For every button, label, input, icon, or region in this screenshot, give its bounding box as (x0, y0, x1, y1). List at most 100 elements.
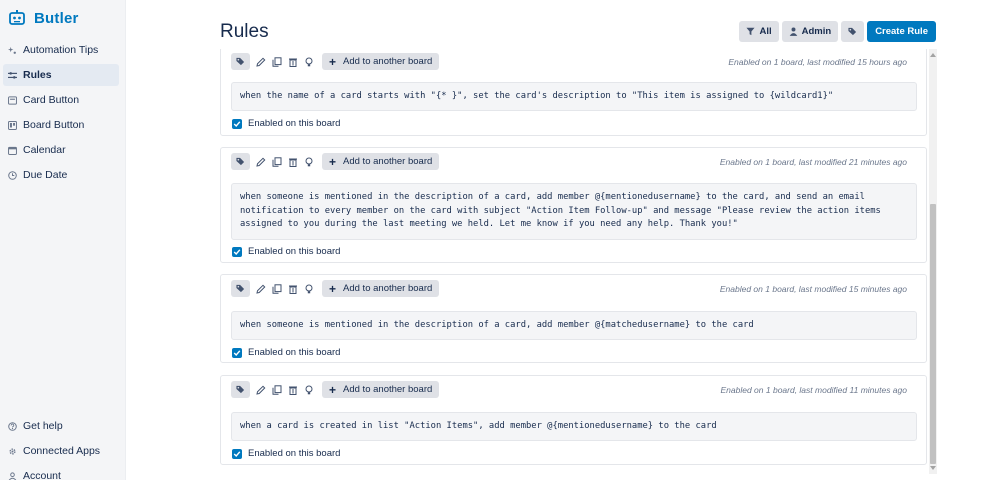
person-icon (789, 27, 797, 36)
edit-icon[interactable] (255, 156, 266, 167)
filter-icon (746, 27, 756, 36)
edit-icon[interactable] (255, 384, 266, 395)
plus-icon: + (329, 154, 337, 169)
copy-icon[interactable] (271, 283, 282, 294)
rule-actions: + Add to another board (231, 381, 440, 398)
rule-actions: + Add to another board (231, 153, 440, 170)
enabled-label: Enabled on this board (248, 118, 341, 129)
scrollbar-thumb[interactable] (930, 204, 936, 464)
rule-card: + Add to another board Enabled on 1 board… (220, 375, 927, 465)
tags-icon (848, 27, 857, 36)
rule-card: + Add to another board Enabled on 1 board… (220, 274, 927, 363)
sidebar-item-label: Automation Tips (23, 44, 99, 56)
add-to-board-label: Add to another board (343, 56, 433, 67)
rules-list: + Add to another board Enabled on 1 board… (220, 49, 928, 474)
trash-icon[interactable] (287, 56, 298, 67)
sidebar-item-connected-apps[interactable]: Connected Apps (3, 440, 119, 462)
sparkle-icon (8, 46, 17, 55)
sidebar-item-due-date[interactable]: Due Date (3, 164, 119, 186)
rules-scrollbar[interactable] (929, 49, 937, 474)
tag-button[interactable] (231, 53, 250, 70)
copy-icon[interactable] (271, 156, 282, 167)
enabled-toggle[interactable]: Enabled on this board (232, 448, 340, 459)
help-icon (8, 421, 17, 431)
sidebar-bottom-nav: Get help Connected Apps Account (0, 412, 125, 480)
checkbox-checked-icon[interactable] (232, 448, 242, 459)
enabled-toggle[interactable]: Enabled on this board (232, 246, 340, 257)
person-icon (8, 471, 17, 480)
scroll-down-icon[interactable] (930, 466, 936, 470)
sidebar-item-label: Calendar (23, 144, 66, 156)
sidebar-item-account[interactable]: Account (3, 465, 119, 480)
create-rule-button[interactable]: Create Rule (867, 21, 936, 42)
lightbulb-icon[interactable] (303, 384, 314, 395)
card-button-icon (8, 95, 17, 105)
rule-actions: + Add to another board (231, 53, 440, 70)
sidebar-item-label: Rules (23, 69, 52, 81)
tag-icon (236, 57, 245, 66)
tag-icon (236, 385, 245, 394)
calendar-icon (8, 146, 17, 155)
add-to-board-button[interactable]: + Add to another board (322, 53, 440, 70)
rule-meta: Enabled on 1 board, last modified 15 min… (719, 284, 907, 294)
butler-robot-icon (8, 9, 26, 27)
plus-icon: + (329, 54, 337, 69)
brand-name: Butler (34, 9, 79, 27)
sidebar-item-label: Due Date (23, 169, 68, 181)
tag-button[interactable] (231, 153, 250, 170)
checkbox-checked-icon[interactable] (232, 347, 242, 358)
sidebar-item-board-button[interactable]: Board Button (3, 114, 119, 136)
trash-icon[interactable] (287, 156, 298, 167)
add-to-board-button[interactable]: + Add to another board (322, 280, 440, 297)
sidebar-item-card-button[interactable]: Card Button (3, 89, 119, 111)
trash-icon[interactable] (287, 384, 298, 395)
sidebar-item-automation-tips[interactable]: Automation Tips (3, 39, 119, 61)
trash-icon[interactable] (287, 283, 298, 294)
rule-card: + Add to another board Enabled on 1 board… (220, 147, 927, 263)
checkbox-checked-icon[interactable] (232, 118, 242, 129)
scroll-up-icon[interactable] (930, 53, 936, 57)
board-button-icon (8, 120, 17, 130)
admin-button[interactable]: Admin (781, 21, 839, 42)
add-to-board-label: Add to another board (343, 156, 433, 167)
plus-icon: + (329, 281, 337, 296)
sidebar-item-calendar[interactable]: Calendar (3, 139, 119, 161)
filter-all-button[interactable]: All (739, 21, 779, 42)
plus-icon: + (329, 382, 337, 397)
brand[interactable]: Butler (0, 0, 125, 36)
enabled-label: Enabled on this board (248, 347, 341, 358)
add-to-board-button[interactable]: + Add to another board (322, 153, 440, 170)
sidebar-nav: Automation Tips Rules Card Button Board … (0, 39, 125, 186)
add-to-board-label: Add to another board (343, 283, 433, 294)
tag-icon (236, 284, 245, 293)
rule-description[interactable]: when someone is mentioned in the descrip… (231, 311, 917, 340)
rule-description[interactable]: when a card is created in list "Action I… (231, 412, 917, 441)
sidebar-item-label: Card Button (23, 94, 80, 106)
add-to-board-button[interactable]: + Add to another board (322, 381, 440, 398)
tag-button[interactable] (231, 381, 250, 398)
lightbulb-icon[interactable] (303, 156, 314, 167)
sidebar-item-label: Account (23, 470, 61, 480)
rule-card: + Add to another board Enabled on 1 board… (220, 49, 927, 136)
tag-button[interactable] (231, 280, 250, 297)
enabled-toggle[interactable]: Enabled on this board (232, 347, 340, 358)
tags-button[interactable] (841, 21, 865, 42)
edit-icon[interactable] (255, 56, 266, 67)
tag-icon (236, 157, 245, 166)
sidebar-item-get-help[interactable]: Get help (3, 415, 119, 437)
add-to-board-label: Add to another board (343, 384, 433, 395)
copy-icon[interactable] (271, 56, 282, 67)
edit-icon[interactable] (255, 283, 266, 294)
rule-description[interactable]: when someone is mentioned in the descrip… (231, 183, 917, 240)
lightbulb-icon[interactable] (303, 56, 314, 67)
enabled-toggle[interactable]: Enabled on this board (232, 118, 340, 129)
sidebar-item-rules[interactable]: Rules (3, 64, 119, 86)
copy-icon[interactable] (271, 384, 282, 395)
rule-meta: Enabled on 1 board, last modified 21 min… (719, 157, 907, 167)
sidebar-item-label: Get help (23, 420, 63, 432)
checkbox-checked-icon[interactable] (232, 246, 242, 257)
enabled-label: Enabled on this board (248, 448, 341, 459)
rule-description[interactable]: when the name of a card starts with "{* … (231, 82, 917, 111)
lightbulb-icon[interactable] (303, 283, 314, 294)
rule-meta: Enabled on 1 board, last modified 15 hou… (728, 57, 907, 67)
